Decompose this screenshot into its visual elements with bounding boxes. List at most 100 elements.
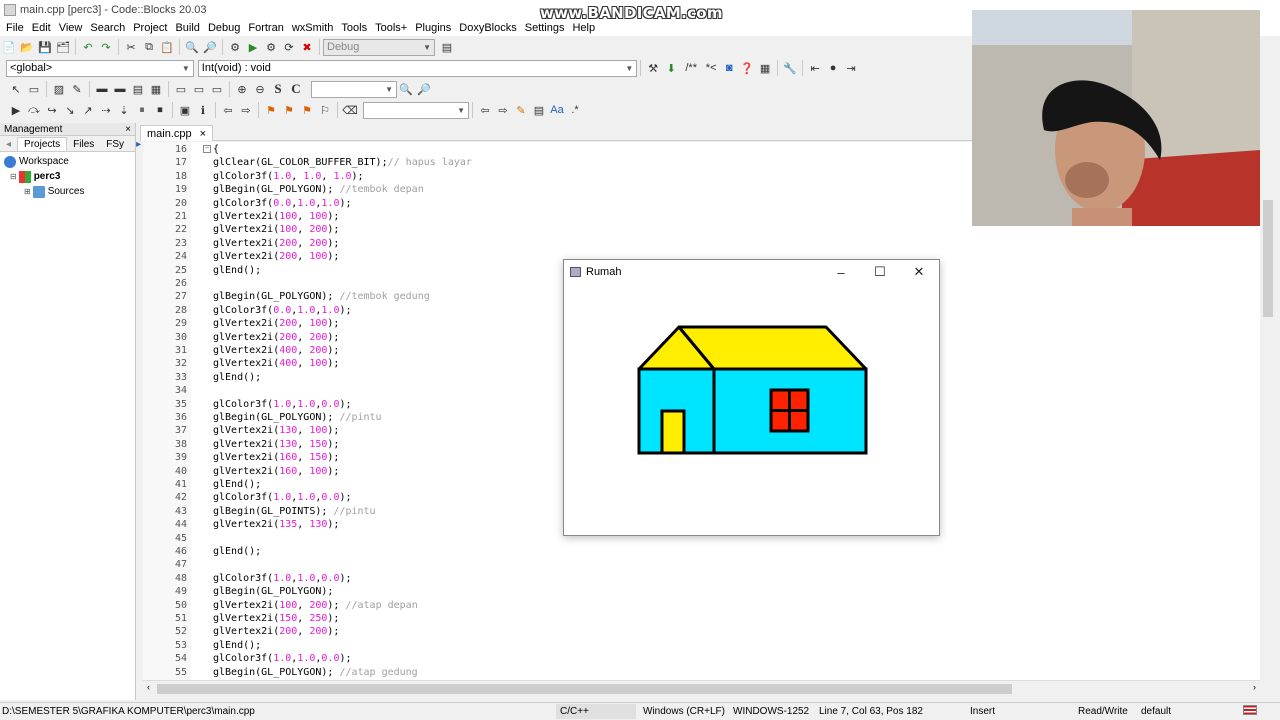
stop-debug-icon[interactable]: ⏹ xyxy=(152,102,168,118)
prev-bookmark-icon[interactable]: ⇦ xyxy=(220,102,236,118)
code-line[interactable]: glBegin(GL_POINTS); //pintu xyxy=(213,505,376,518)
opengl-output-window[interactable]: Rumah – ☐ ✕ xyxy=(563,259,940,536)
text-c-button[interactable]: C xyxy=(288,81,304,97)
code-line[interactable]: glBegin(GL_POLYGON); //tembok depan xyxy=(213,183,424,196)
shape-icon[interactable]: ▭ xyxy=(173,81,189,97)
menu-item-edit[interactable]: Edit xyxy=(28,22,55,34)
code-line[interactable]: glColor3f(1.0,1.0,0.0); xyxy=(213,398,352,411)
code-line[interactable]: glColor3f(1.0, 1.0, 1.0); xyxy=(213,170,364,183)
code-line[interactable]: glVertex2i(100, 100); xyxy=(213,210,339,223)
next-bookmark-icon[interactable]: ⇨ xyxy=(238,102,254,118)
code-line[interactable]: glVertex2i(200, 200); xyxy=(213,625,339,638)
selected-text-icon[interactable]: ▤ xyxy=(531,102,547,118)
wrench-icon[interactable]: 🔧 xyxy=(782,60,798,76)
menu-item-fortran[interactable]: Fortran xyxy=(244,22,287,34)
panel-icon[interactable]: ▬ xyxy=(94,81,110,97)
horizontal-scroll-thumb[interactable] xyxy=(157,684,1012,694)
collapse-icon[interactable]: ⊟ xyxy=(10,172,17,181)
incremental-search-icon[interactable]: ⌫ xyxy=(342,102,358,118)
vertical-scroll-thumb[interactable] xyxy=(1263,200,1273,317)
code-line[interactable]: glVertex2i(200, 100); xyxy=(213,317,339,330)
code-line[interactable]: glEnd(); xyxy=(213,478,261,491)
open-file-icon[interactable]: 📂 xyxy=(19,39,35,55)
build-target-select[interactable]: Debug ▼ xyxy=(323,38,435,56)
code-line[interactable]: glVertex2i(100, 200); xyxy=(213,223,339,236)
bookmark-prev-icon[interactable]: ⚑ xyxy=(281,102,297,118)
jump-dot-icon[interactable]: ● xyxy=(825,60,841,76)
frame-icon[interactable]: ▭ xyxy=(26,81,42,97)
search-prev-icon[interactable]: ⇦ xyxy=(477,102,493,118)
code-line[interactable]: glVertex2i(400, 100); xyxy=(213,357,339,370)
tree-item-sources[interactable]: ⊞ Sources xyxy=(4,184,131,199)
run-to-cursor-icon[interactable]: ⤼ xyxy=(26,102,42,118)
search-icon[interactable]: 🔍 xyxy=(398,81,414,97)
code-line[interactable]: glVertex2i(200, 200); xyxy=(213,237,339,250)
rebuild-icon[interactable]: ⟳ xyxy=(281,39,297,55)
find-icon[interactable]: 🔍 xyxy=(184,39,200,55)
fold-marker-icon[interactable]: − xyxy=(203,145,211,153)
code-line[interactable]: glEnd(); xyxy=(213,264,261,277)
replace-icon[interactable]: 🔎 xyxy=(202,39,218,55)
list-icon[interactable]: ▤ xyxy=(130,81,146,97)
cut-icon[interactable]: ✂ xyxy=(123,39,139,55)
tab-files[interactable]: Files xyxy=(67,138,100,151)
vertical-scrollbar[interactable] xyxy=(1260,142,1276,682)
doxy-config-icon[interactable]: ▦ xyxy=(757,60,773,76)
doxy-extract-icon[interactable]: ⬇ xyxy=(663,60,679,76)
tab-fsymbols[interactable]: FSy xyxy=(100,138,130,151)
code-line[interactable]: glColor3f(0.0,1.0,1.0); xyxy=(213,197,352,210)
menu-item-settings[interactable]: Settings xyxy=(521,22,569,34)
code-line[interactable]: glVertex2i(130, 100); xyxy=(213,424,339,437)
pause-icon[interactable]: ⏸ xyxy=(134,102,150,118)
doxy-chm-icon[interactable]: ❓ xyxy=(739,60,755,76)
doxy-line-comment-button[interactable]: *< xyxy=(703,60,719,76)
jump-forward-icon[interactable]: ⇥ xyxy=(843,60,859,76)
undo-icon[interactable]: ↶ xyxy=(80,39,96,55)
redo-icon[interactable]: ↷ xyxy=(98,39,114,55)
code-line[interactable]: glBegin(GL_POLYGON); //atap gedung xyxy=(213,666,418,679)
code-line[interactable]: glVertex2i(200, 100); xyxy=(213,250,339,263)
incremental-search-input[interactable]: ▼ xyxy=(363,101,469,119)
code-line[interactable]: glColor3f(1.0,1.0,0.0); xyxy=(213,652,352,665)
code-line[interactable]: glVertex2i(160, 100); xyxy=(213,465,339,478)
paste-icon[interactable]: 📋 xyxy=(159,39,175,55)
debug-windows-icon[interactable]: ▣ xyxy=(177,102,193,118)
menu-item-tools[interactable]: Tools+ xyxy=(371,22,411,34)
horizontal-scrollbar[interactable]: ‹ › xyxy=(143,680,1260,696)
code-line[interactable]: glVertex2i(130, 150); xyxy=(213,438,339,451)
code-line[interactable]: glVertex2i(100, 200); //atap depan xyxy=(213,599,418,612)
code-line[interactable]: glEnd(); xyxy=(213,545,261,558)
menu-item-doxyblocks[interactable]: DoxyBlocks xyxy=(455,22,520,34)
target-options-icon[interactable]: ▤ xyxy=(439,39,455,55)
code-line[interactable]: glVertex2i(200, 200); xyxy=(213,331,339,344)
step-into-icon[interactable]: ↘ xyxy=(62,102,78,118)
management-close-button[interactable]: × xyxy=(125,124,131,135)
menu-item-build[interactable]: Build xyxy=(171,22,203,34)
code-line[interactable]: { xyxy=(213,143,219,156)
code-line[interactable]: glColor3f(1.0,1.0,0.0); xyxy=(213,572,352,585)
minimize-button[interactable]: – xyxy=(826,264,856,280)
image-icon[interactable]: ▨ xyxy=(51,81,67,97)
bookmark-toggle-icon[interactable]: ⚑ xyxy=(263,102,279,118)
save-all-icon[interactable]: 🗂 xyxy=(55,39,71,55)
zoom-in-icon[interactable]: ⊕ xyxy=(234,81,250,97)
symbol-select[interactable]: Int(void) : void ▼ xyxy=(197,59,638,77)
shape2-icon[interactable]: ▭ xyxy=(191,81,207,97)
tab-main-cpp[interactable]: main.cpp × xyxy=(140,125,214,141)
panel2-icon[interactable]: ▬ xyxy=(112,81,128,97)
debug-continue-icon[interactable]: ▶ xyxy=(8,102,24,118)
tab-projects[interactable]: Projects xyxy=(17,137,68,151)
code-line[interactable]: glEnd(); xyxy=(213,371,261,384)
search-options-icon[interactable]: 🔎 xyxy=(416,81,432,97)
menu-item-debug[interactable]: Debug xyxy=(204,22,244,34)
scroll-left-icon[interactable]: ‹ xyxy=(147,682,150,692)
tab-scroll-left-icon[interactable]: ◂ xyxy=(0,138,17,151)
tab-close-button[interactable]: × xyxy=(200,128,206,140)
doxy-html-icon[interactable]: ◙ xyxy=(721,60,737,76)
highlight-icon[interactable]: ✎ xyxy=(513,102,529,118)
search-combo[interactable]: ▼ xyxy=(311,80,397,98)
edit-icon[interactable]: ✎ xyxy=(69,81,85,97)
code-line[interactable]: glBegin(GL_POLYGON); xyxy=(213,585,333,598)
code-line[interactable]: glClear(GL_COLOR_BUFFER_BIT);// hapus la… xyxy=(213,156,472,169)
match-case-icon[interactable]: Aa xyxy=(549,102,565,118)
